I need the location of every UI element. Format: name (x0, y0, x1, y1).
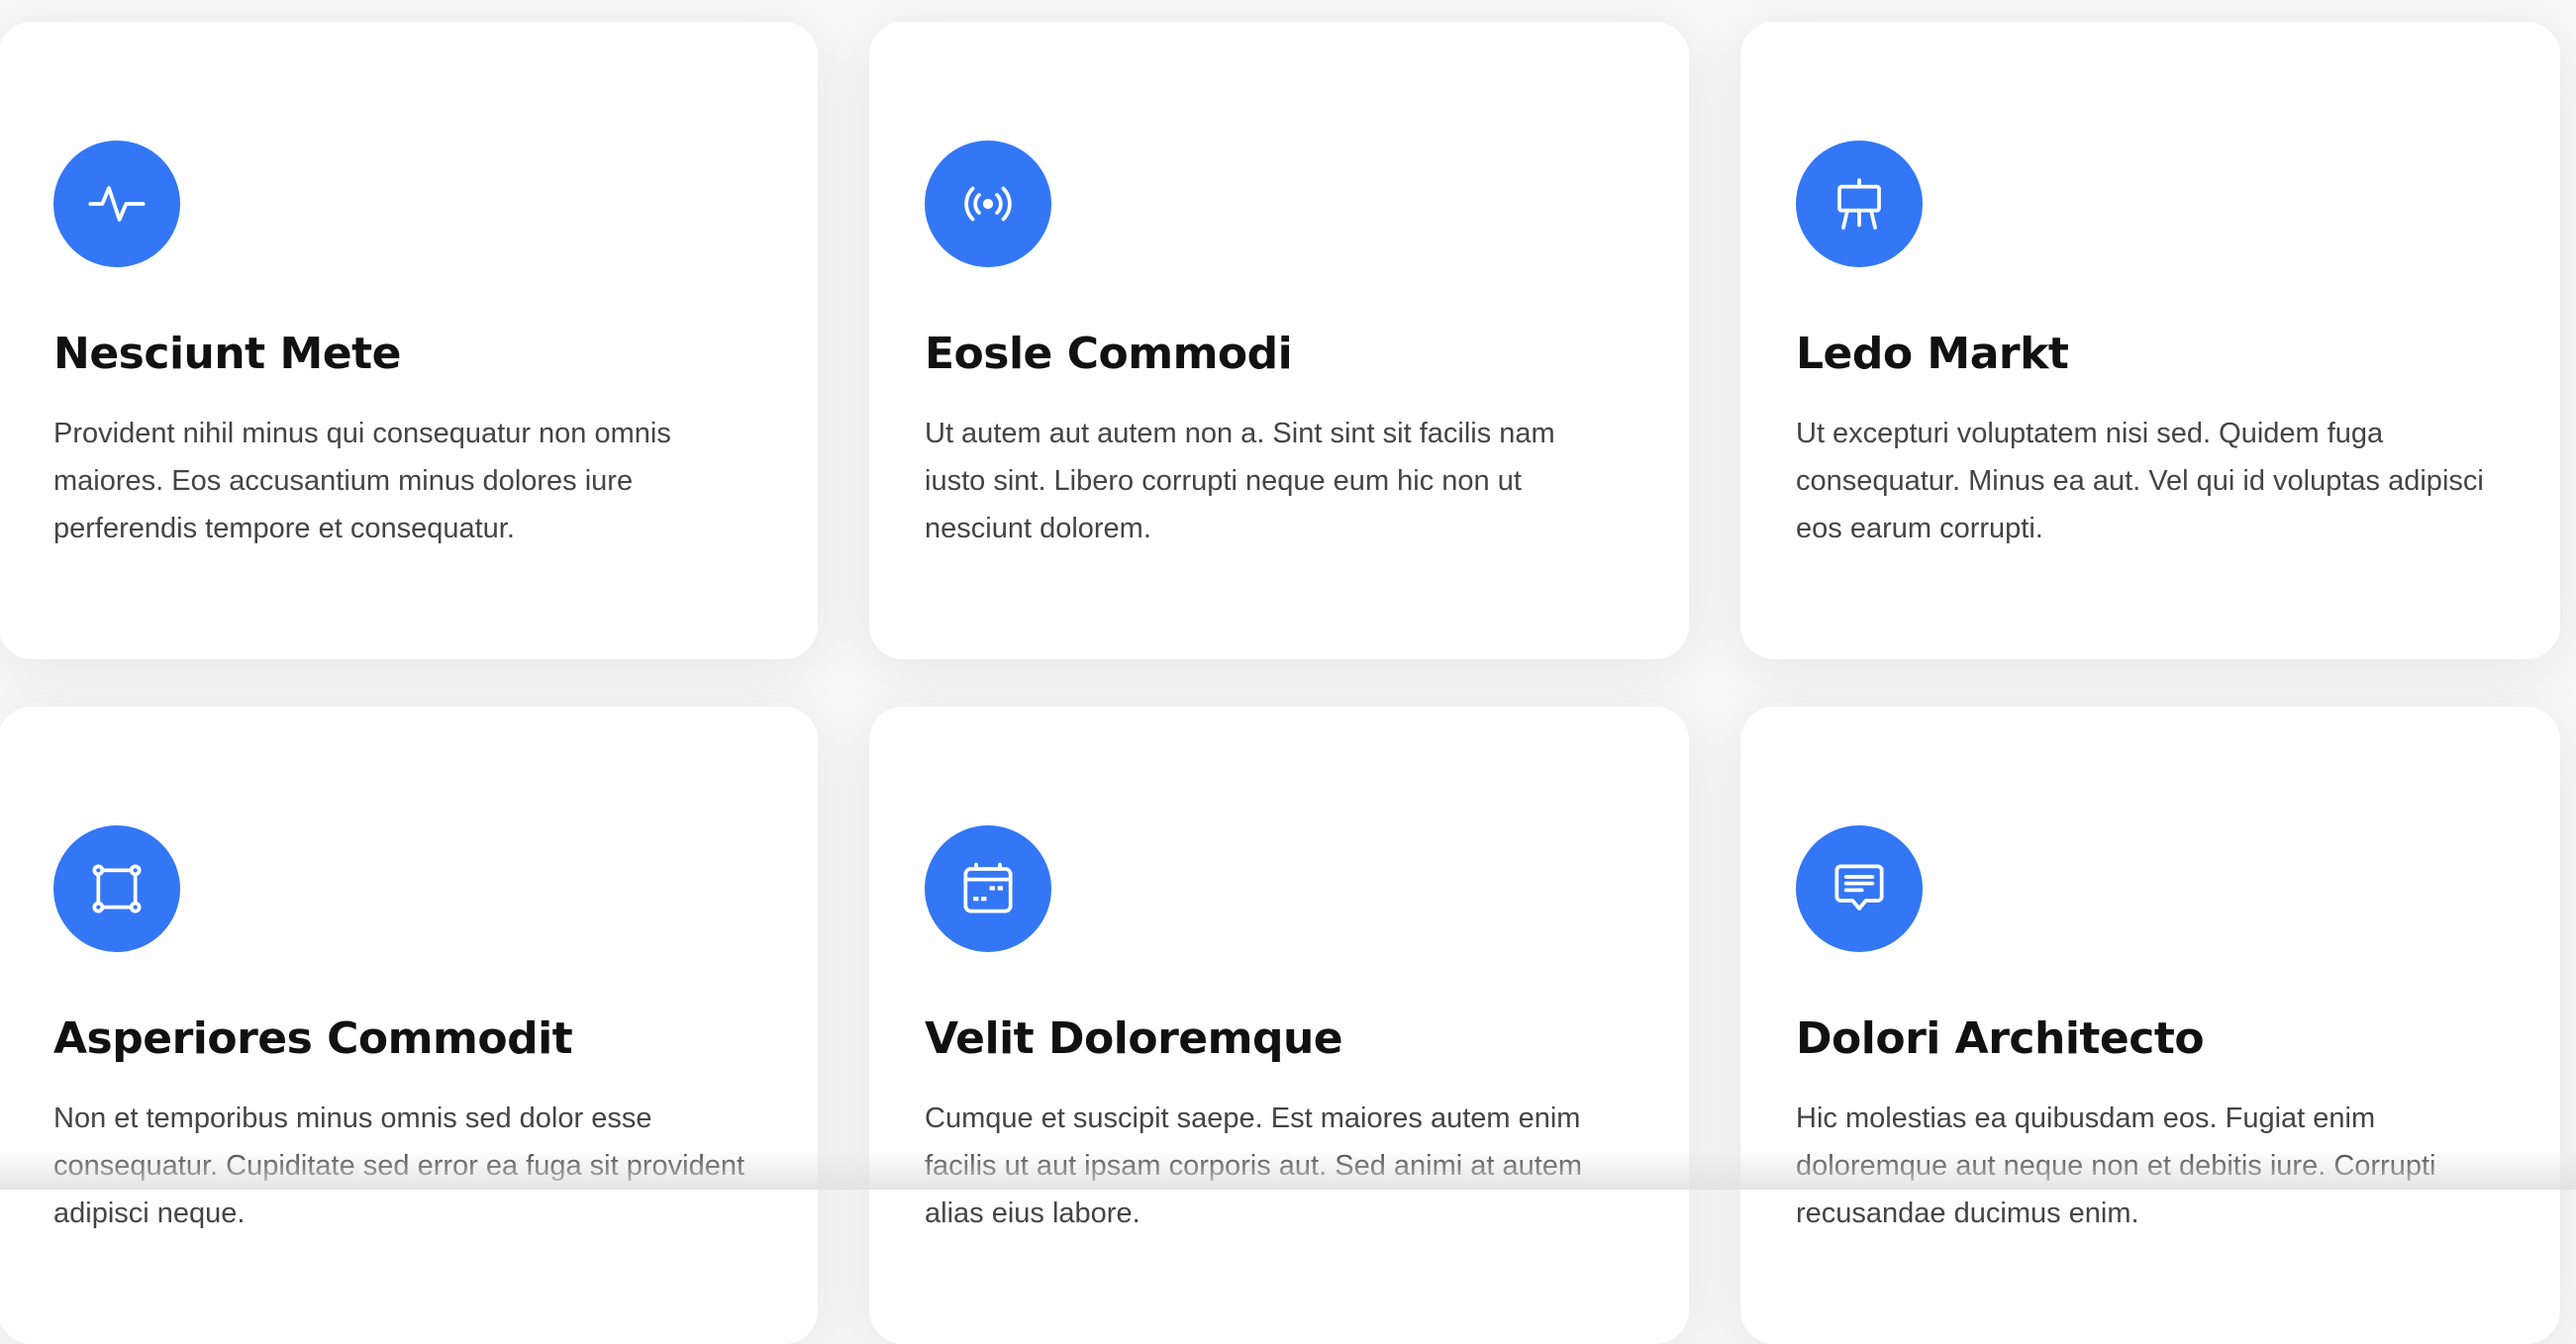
feature-title: Velit Doloremque (925, 1013, 1343, 1064)
easel-icon (1837, 178, 1881, 230)
broadcast-icon (964, 186, 1012, 222)
bounding-box-icon (92, 864, 142, 913)
feature-card: Ledo Markt Ut excepturi voluptatem nisi … (1740, 22, 2560, 659)
feature-description: Provident nihil minus qui consequatur no… (53, 418, 671, 544)
feature-card: Eosle Commodi Ut autem aut autem non a. … (869, 22, 1689, 659)
feature-icon-badge (53, 141, 180, 267)
feature-icon-badge (53, 825, 180, 952)
calendar-icon (963, 862, 1013, 913)
feature-title: Nesciunt Mete (53, 329, 402, 379)
feature-title: Dolori Architecto (1796, 1013, 2205, 1064)
activity-icon (88, 186, 146, 222)
feature-icon-badge (1796, 825, 1923, 952)
feature-description: Non et temporibus minus omnis sed dolor … (53, 1103, 745, 1229)
feature-card: Asperiores Commodit Non et temporibus mi… (0, 707, 818, 1344)
feature-description: Cumque et suscipit saepe. Est maiores au… (925, 1103, 1583, 1229)
feature-title: Asperiores Commodit (53, 1013, 573, 1064)
feature-card: Dolori Architecto Hic molestias ea quibu… (1740, 707, 2560, 1344)
feature-card: Velit Doloremque Cumque et suscipit saep… (869, 707, 1689, 1344)
chat-square-text-icon (1834, 864, 1884, 911)
feature-icon-badge (925, 825, 1051, 952)
feature-description: Ut autem aut autem non a. Sint sint sit … (925, 418, 1555, 544)
features-grid: Nesciunt Mete Provident nihil minus qui … (0, 0, 2576, 1344)
feature-card: Nesciunt Mete Provident nihil minus qui … (0, 22, 818, 659)
feature-title: Eosle Commodi (925, 329, 1293, 379)
feature-description: Ut excepturi voluptatem nisi sed. Quidem… (1796, 418, 2484, 544)
feature-description: Hic molestias ea quibusdam eos. Fugiat e… (1796, 1103, 2436, 1229)
feature-title: Ledo Markt (1796, 329, 2069, 379)
feature-icon-badge (925, 141, 1051, 267)
feature-icon-badge (1796, 141, 1923, 267)
